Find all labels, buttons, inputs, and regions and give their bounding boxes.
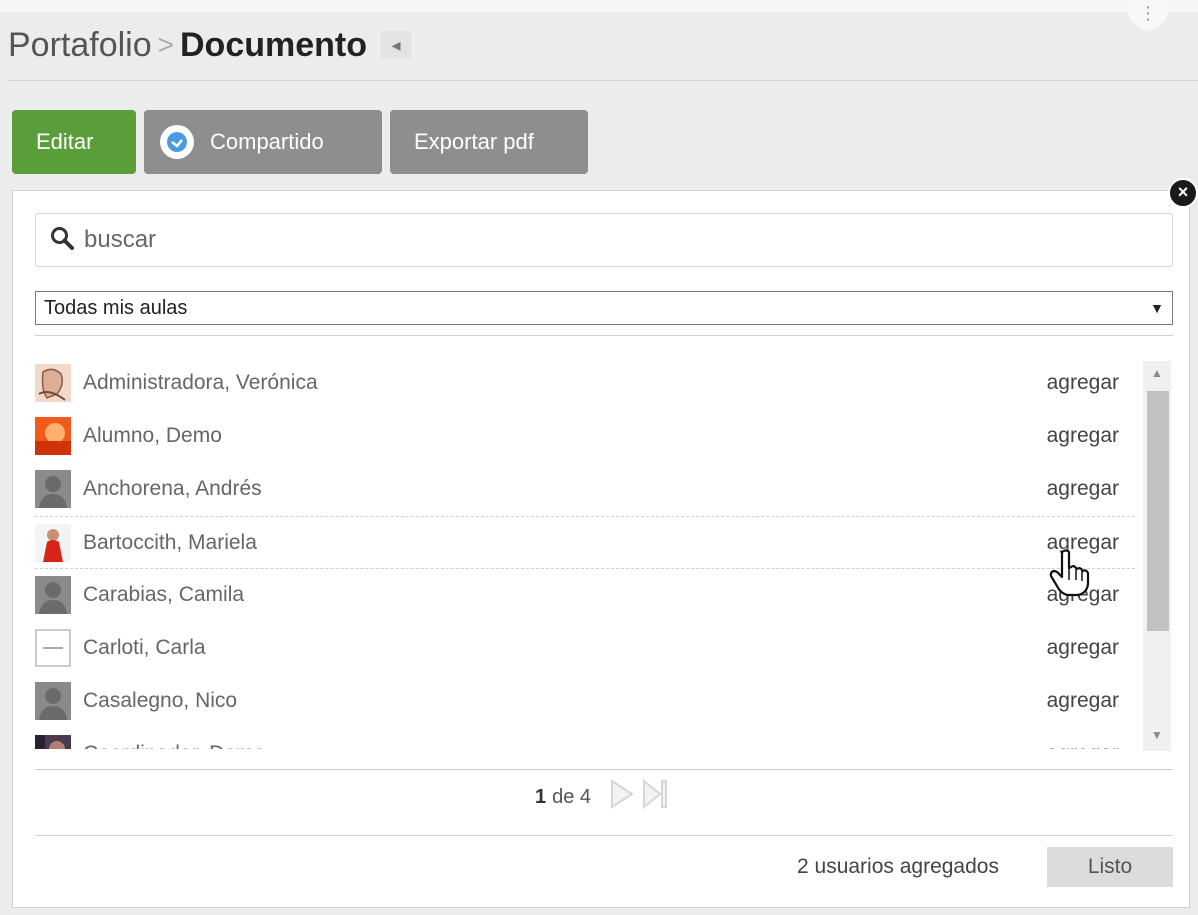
add-user-link[interactable]: agregar — [1047, 636, 1119, 660]
search-input[interactable] — [84, 226, 1084, 254]
last-page-icon[interactable] — [641, 778, 669, 815]
close-icon[interactable]: × — [1168, 178, 1198, 208]
user-row: Carloti, Carla agregar — [35, 622, 1135, 675]
add-user-link[interactable]: agregar — [1047, 742, 1119, 749]
hand-cursor-icon — [1048, 548, 1092, 598]
chevron-down-icon: ▼ — [1150, 300, 1164, 316]
pagination: 1 de 4 — [13, 778, 1191, 815]
user-row: Coordinador, Demo agregar — [35, 728, 1135, 749]
scroll-thumb[interactable] — [1147, 391, 1169, 631]
share-icon — [160, 125, 194, 159]
pager-divider — [35, 835, 1173, 836]
scroll-up-icon[interactable]: ▲ — [1143, 361, 1171, 385]
avatar — [35, 417, 71, 455]
share-panel: Todas mis aulas ▼ Administradora, Veróni… — [12, 190, 1190, 908]
list-divider — [35, 769, 1173, 770]
user-list-scrollbar[interactable]: ▲ ▼ — [1143, 361, 1171, 751]
done-button[interactable]: Listo — [1047, 847, 1173, 887]
avatar — [35, 735, 71, 749]
add-user-link[interactable]: agregar — [1047, 477, 1119, 501]
avatar — [35, 682, 71, 720]
add-user-link[interactable]: agregar — [1047, 371, 1119, 395]
header-divider — [8, 80, 1198, 81]
toolbar: Editar Compartido Exportar pdf — [12, 110, 588, 174]
filter-divider — [35, 335, 1173, 336]
user-list: Administradora, Verónica agregar Alumno, D… — [35, 357, 1135, 749]
classroom-filter-select[interactable]: Todas mis aulas ▼ — [35, 291, 1173, 325]
avatar — [35, 523, 71, 562]
user-name: Coordinador, Demo — [83, 742, 265, 749]
user-name: Administradora, Verónica — [83, 371, 318, 394]
back-arrow-icon[interactable]: ◂ — [381, 31, 411, 59]
avatar — [35, 629, 71, 667]
next-page-icon[interactable] — [609, 779, 635, 815]
user-row: Administradora, Verónica agregar — [35, 357, 1135, 410]
search-icon — [50, 226, 74, 255]
scroll-down-icon[interactable]: ▼ — [1143, 723, 1171, 747]
avatar — [35, 364, 71, 402]
edit-button[interactable]: Editar — [12, 110, 136, 174]
breadcrumb-separator: > — [157, 29, 174, 60]
search-box[interactable] — [35, 213, 1173, 267]
user-name: Carloti, Carla — [83, 636, 206, 659]
share-label: Compartido — [210, 129, 324, 154]
user-row: Alumno, Demo agregar — [35, 410, 1135, 463]
breadcrumb-root[interactable]: Portafolio — [8, 26, 152, 65]
classroom-filter-value: Todas mis aulas — [44, 296, 188, 319]
user-name: Carabias, Camila — [83, 583, 245, 606]
export-pdf-button[interactable]: Exportar pdf — [390, 110, 588, 174]
add-user-link[interactable]: agregar — [1047, 424, 1119, 448]
page-count: de 4 — [552, 785, 592, 808]
avatar — [35, 576, 71, 614]
info-icon[interactable]: ⋮ — [1128, 0, 1168, 30]
add-user-link[interactable]: agregar — [1047, 689, 1119, 713]
user-row: Carabias, Camila agregar — [35, 569, 1135, 622]
top-strip — [0, 0, 1198, 12]
user-name: Alumno, Demo — [83, 424, 222, 447]
user-name: Anchorena, Andrés — [83, 477, 262, 500]
added-users-count: 2 usuarios agregados — [797, 855, 999, 878]
current-page: 1 — [534, 785, 547, 808]
avatar — [35, 470, 71, 508]
share-button[interactable]: Compartido — [144, 110, 382, 174]
user-row: Casalegno, Nico agregar — [35, 675, 1135, 728]
page-title: Documento — [180, 25, 367, 64]
breadcrumb: Portafolio > Documento ◂ — [8, 20, 411, 70]
user-name: Bartoccith, Mariela — [83, 530, 257, 554]
user-name: Casalegno, Nico — [83, 689, 238, 712]
user-row: Anchorena, Andrés agregar — [35, 463, 1135, 516]
user-row: Bartoccith, Mariela agregar — [35, 516, 1135, 569]
